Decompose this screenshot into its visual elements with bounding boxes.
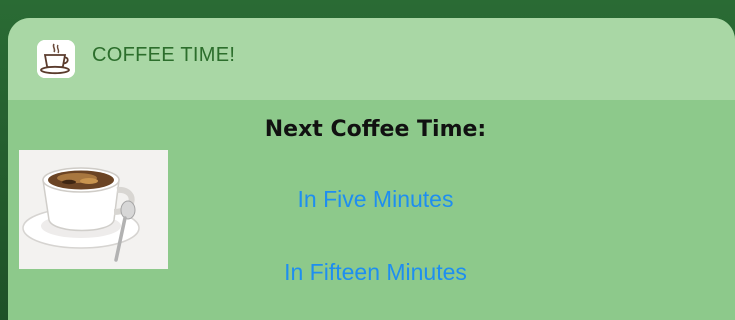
widget-body: Next Coffee Time: In Five Minutes In Fif… [8, 100, 735, 320]
app-title: COFFEE TIME! [92, 44, 236, 66]
in-fifteen-minutes-button[interactable]: In Fifteen Minutes [8, 259, 735, 286]
next-coffee-heading: Next Coffee Time: [264, 117, 487, 142]
coffee-time-widget: COFFEE TIME! Next Coffee Time: In Five M… [8, 18, 735, 320]
coffee-cup-icon [37, 40, 75, 78]
widget-header: COFFEE TIME! [8, 18, 735, 100]
in-five-minutes-button[interactable]: In Five Minutes [8, 186, 735, 213]
